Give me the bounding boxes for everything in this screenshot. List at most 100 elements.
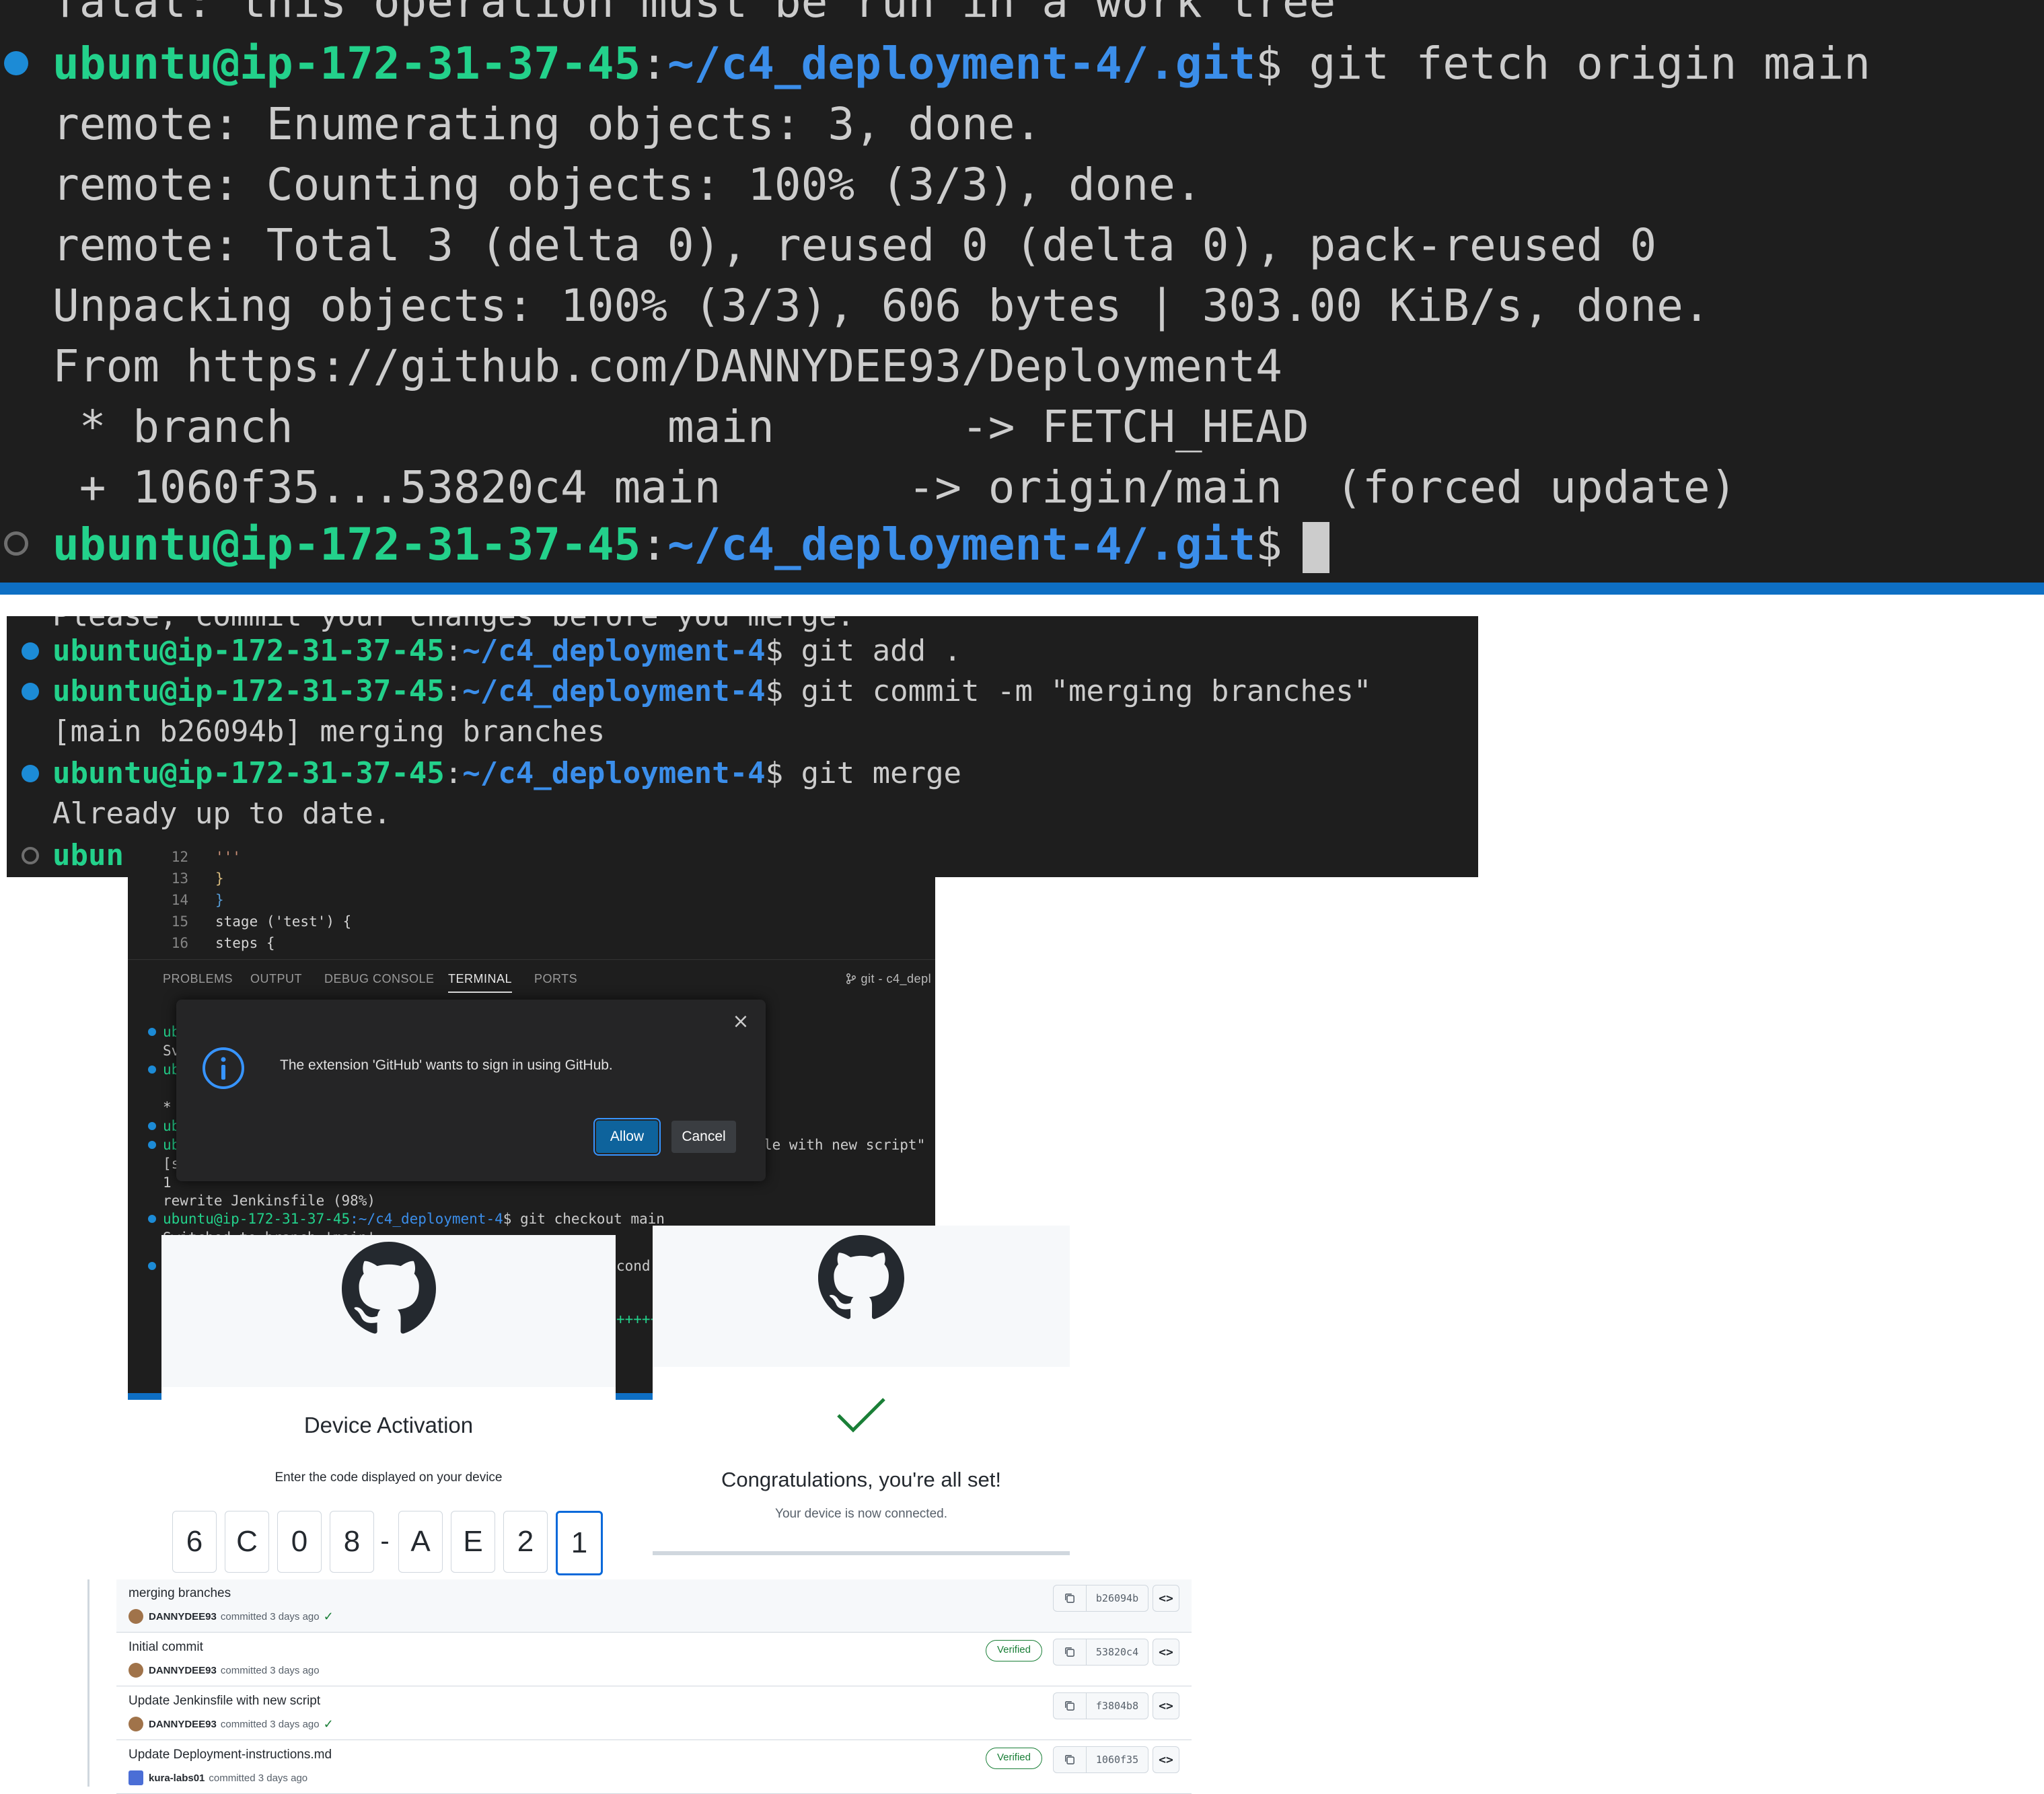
terminal-command-line: ubuntu@ip-172-31-37-45:~/c4_deployment-4… [52,756,962,790]
commit-title-link[interactable]: Update Deployment-instructions.md [129,1748,332,1762]
commit-row: merging branches DANNYDEE93 committed 3 … [116,1579,1192,1633]
terminal-output-line: + 1060f35...53820c4 main -> origin/main … [52,461,1737,513]
text-cursor [1302,521,1329,573]
code-line: 13} [171,870,224,887]
commit-list: merging branches DANNYDEE93 committed 3 … [87,1579,1193,1794]
sha-button-group: b26094b [1053,1585,1148,1612]
code-digit-input[interactable]: 0 [277,1511,322,1573]
code-line: 14} [171,892,224,908]
verified-badge[interactable]: Verified [985,1640,1042,1661]
commit-meta: DANNYDEE93 committed 3 days ago ✓ [129,1717,334,1731]
check-icon [837,1398,885,1433]
code-brackets-icon: <> [1159,1752,1173,1767]
allow-button[interactable]: Allow [593,1118,661,1156]
sha-button-group: 53820c4 [1053,1639,1148,1666]
divider [653,1551,1070,1555]
commit-meta: DANNYDEE93 committed 3 days ago ✓ [129,1609,334,1624]
commit-time: committed 3 days ago [220,1610,320,1622]
code-line: 15 stage ('test') { [171,913,352,930]
terminal-prompt-line[interactable]: ubun [52,835,124,876]
terminal-output-line: remote: Counting objects: 100% (3/3), do… [52,159,1202,211]
device-activation-form: Device Activation Enter the code display… [161,1387,616,1589]
dialog-message: The extension 'GitHub' wants to sign in … [280,1057,613,1073]
code-brackets-icon: <> [1159,1698,1173,1713]
commit-title-link[interactable]: Initial commit [129,1640,203,1655]
prompt-idle-dot-icon [22,847,39,864]
terminal-command-line: ubuntu@ip-172-31-37-45:~/c4_deployment-4… [52,634,962,668]
commit-author-link[interactable]: DANNYDEE93 [149,1719,217,1730]
panel-tab-bar: PROBLEMS OUTPUT DEBUG CONSOLE TERMINAL P… [128,959,935,1000]
terminal-prompt-line[interactable]: ubuntu@ip-172-31-37-45:~/c4_deployment-4… [52,515,1329,575]
terminal-line: * [163,1099,172,1115]
commit-time: committed 3 days ago [220,1718,320,1730]
code-digit-input[interactable]: C [225,1511,269,1573]
code-digit-input[interactable]: A [398,1511,443,1573]
copy-sha-button[interactable] [1054,1747,1087,1772]
terminal-fetch[interactable]: fatal: this operation must be run in a w… [0,0,2044,595]
commit-author-link[interactable]: DANNYDEE93 [149,1665,217,1676]
tab-debug-console[interactable]: DEBUG CONSOLE [324,972,435,986]
check-status-icon[interactable]: ✓ [324,1610,334,1624]
info-icon [203,1047,244,1089]
terminal-instance-label[interactable]: git - c4_depl [845,972,931,986]
browse-files-button[interactable]: <> [1153,1639,1179,1666]
terminal-command-line: ubuntu@ip-172-31-37-45:~/c4_deployment-4… [52,674,1372,708]
congrats-title: Congratulations, you're all set! [721,1468,1002,1491]
terminal-output-line: Unpacking objects: 100% (3/3), 606 bytes… [52,280,1710,332]
code-digit-input[interactable]: 2 [503,1511,548,1573]
code-digit-input[interactable]: 6 [172,1511,217,1573]
commit-sha-link[interactable]: f3804b8 [1087,1700,1148,1712]
terminal-command-line: ubuntu@ip-172-31-37-45:~/c4_deployment-4… [52,38,1871,89]
commit-title-link[interactable]: merging branches [129,1586,231,1601]
browse-files-button[interactable]: <> [1153,1692,1179,1719]
git-branch-icon [846,973,856,984]
commit-row: Update Jenkinsfile with new script DANNY… [116,1687,1192,1740]
commit-meta: DANNYDEE93 committed 3 days ago [129,1663,320,1678]
terminal-output-line: * branch main -> FETCH_HEAD [52,401,1309,453]
terminal-output-line: Already up to date. [52,796,392,831]
commit-author-link[interactable]: DANNYDEE93 [149,1611,217,1622]
verified-badge[interactable]: Verified [985,1748,1042,1769]
code-digit-input[interactable]: 8 [330,1511,374,1573]
commit-sha-link[interactable]: 53820c4 [1087,1646,1148,1658]
commit-sha-link[interactable]: 1060f35 [1087,1754,1148,1766]
terminal-output-line: From https://github.com/DANNYDEE93/Deplo… [52,340,1282,392]
tab-terminal[interactable]: TERMINAL [448,972,513,993]
command-status-dot-icon [22,642,39,660]
tab-problems[interactable]: PROBLEMS [163,972,233,986]
tab-output[interactable]: OUTPUT [250,972,302,986]
github-header-right [653,1226,1070,1368]
command-status-dot-icon [22,683,39,700]
avatar[interactable] [129,1717,143,1731]
copy-sha-button[interactable] [1054,1693,1087,1719]
commit-author-link[interactable]: kura-labs01 [149,1772,205,1784]
code-line: 16 steps { [171,935,275,951]
code-digit-input-focused[interactable]: 1 [556,1511,603,1575]
copy-icon [1065,1755,1074,1764]
browse-files-button[interactable]: <> [1153,1585,1179,1612]
avatar[interactable] [129,1770,143,1785]
terminal-line: 1 [163,1174,172,1191]
close-icon[interactable]: × [731,1012,751,1032]
command-status-dot-icon [4,51,28,75]
commit-title-link[interactable]: Update Jenkinsfile with new script [129,1694,320,1709]
github-logo-icon [818,1235,904,1319]
commit-sha-link[interactable]: b26094b [1087,1592,1148,1604]
commit-time: committed 3 days ago [209,1772,308,1784]
browse-files-button[interactable]: <> [1153,1746,1179,1773]
avatar[interactable] [129,1663,143,1678]
code-brackets-icon: <> [1159,1645,1173,1659]
cancel-button[interactable]: Cancel [671,1121,736,1153]
activation-subtitle: Enter the code displayed on your device [275,1470,503,1485]
terminal-line: ubuntu@ip-172-31-37-45:~/c4_deployment-4… [163,1211,665,1227]
copy-sha-button[interactable] [1054,1639,1087,1665]
avatar[interactable] [129,1609,143,1624]
activation-title: Device Activation [303,1413,474,1437]
terminal-output-line: [main b26094b] merging branches [52,714,606,749]
copy-sha-button[interactable] [1054,1585,1087,1611]
tab-ports[interactable]: PORTS [534,972,577,986]
terminal-line: cond [616,1258,651,1274]
check-status-icon[interactable]: ✓ [324,1717,334,1731]
prompt-idle-dot-icon [4,531,28,556]
code-digit-input[interactable]: E [451,1511,495,1573]
